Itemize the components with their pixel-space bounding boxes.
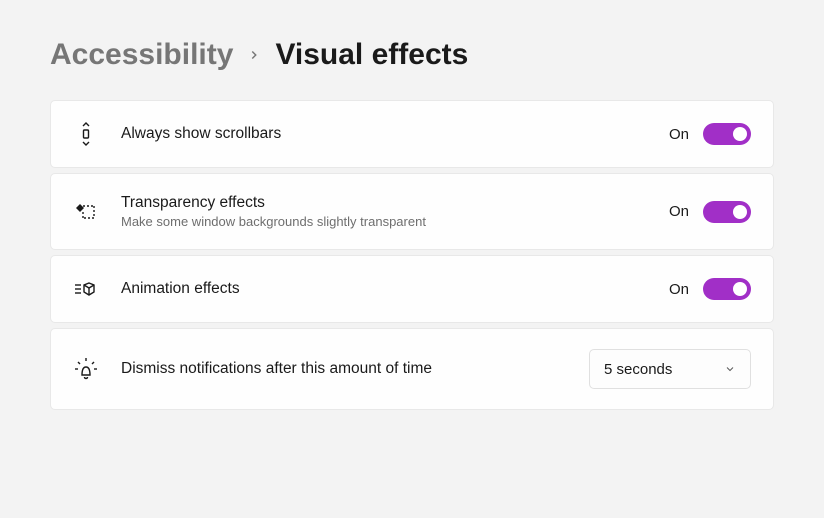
toggle-control: On (669, 278, 751, 300)
setting-text: Animation effects (121, 280, 647, 298)
setting-text: Transparency effects Make some window ba… (121, 194, 647, 229)
page-title: Visual effects (275, 38, 468, 72)
setting-text: Dismiss notifications after this amount … (121, 360, 567, 378)
breadcrumb: Accessibility Visual effects (50, 38, 774, 72)
toggle-state-label: On (669, 126, 689, 143)
animation-toggle[interactable] (703, 278, 751, 300)
toggle-state-label: On (669, 203, 689, 220)
dismiss-time-select[interactable]: 5 seconds (589, 349, 751, 389)
setting-description: Make some window backgrounds slightly tr… (121, 214, 647, 229)
transparency-toggle[interactable] (703, 201, 751, 223)
select-control: 5 seconds (589, 349, 751, 389)
settings-list: Always show scrollbars On Transparency e… (50, 100, 774, 410)
animation-icon (73, 276, 99, 302)
setting-dismiss-notifications: Dismiss notifications after this amount … (50, 328, 774, 410)
setting-title: Dismiss notifications after this amount … (121, 360, 567, 378)
setting-title: Transparency effects (121, 194, 647, 212)
select-value: 5 seconds (604, 361, 672, 378)
setting-text: Always show scrollbars (121, 125, 647, 143)
scrollbars-toggle[interactable] (703, 123, 751, 145)
setting-transparency-effects: Transparency effects Make some window ba… (50, 173, 774, 250)
toggle-state-label: On (669, 281, 689, 298)
setting-title: Always show scrollbars (121, 125, 647, 143)
toggle-control: On (669, 201, 751, 223)
chevron-right-icon (247, 48, 261, 62)
scrollbar-icon (73, 121, 99, 147)
setting-animation-effects: Animation effects On (50, 255, 774, 323)
setting-title: Animation effects (121, 280, 647, 298)
transparency-icon (73, 199, 99, 225)
chevron-down-icon (724, 363, 736, 375)
toggle-control: On (669, 123, 751, 145)
notification-dismiss-icon (73, 356, 99, 382)
setting-always-show-scrollbars: Always show scrollbars On (50, 100, 774, 168)
breadcrumb-parent-link[interactable]: Accessibility (50, 38, 233, 72)
